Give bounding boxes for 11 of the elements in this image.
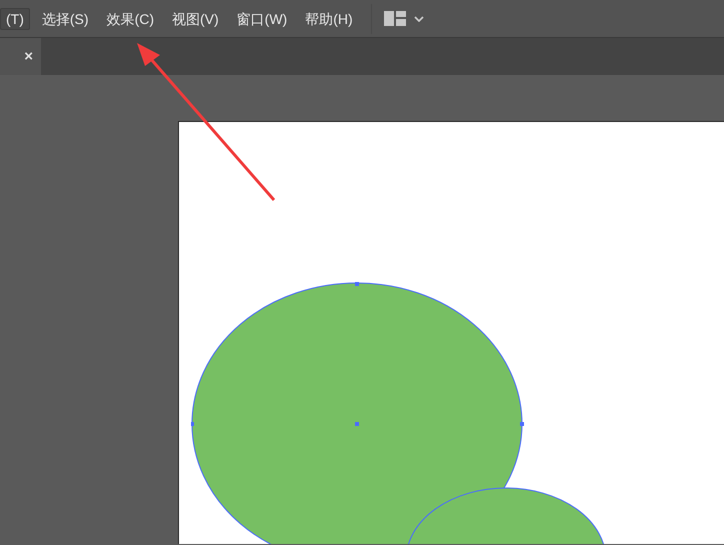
- menu-item[interactable]: 视图(V): [166, 8, 225, 30]
- layout-switcher-button[interactable]: [384, 11, 424, 26]
- menu-item[interactable]: (T): [0, 8, 30, 30]
- close-tab-button[interactable]: ×: [24, 49, 33, 64]
- menu-item[interactable]: 选择(S): [36, 8, 95, 30]
- menu-item[interactable]: 效果(C): [100, 8, 160, 30]
- document-tab[interactable]: ×: [0, 38, 41, 75]
- menu-item[interactable]: 帮助(H): [299, 8, 359, 30]
- menu-item[interactable]: 窗口(W): [230, 8, 294, 30]
- chevron-down-icon: [414, 16, 424, 22]
- layout-grid-icon: [384, 11, 406, 26]
